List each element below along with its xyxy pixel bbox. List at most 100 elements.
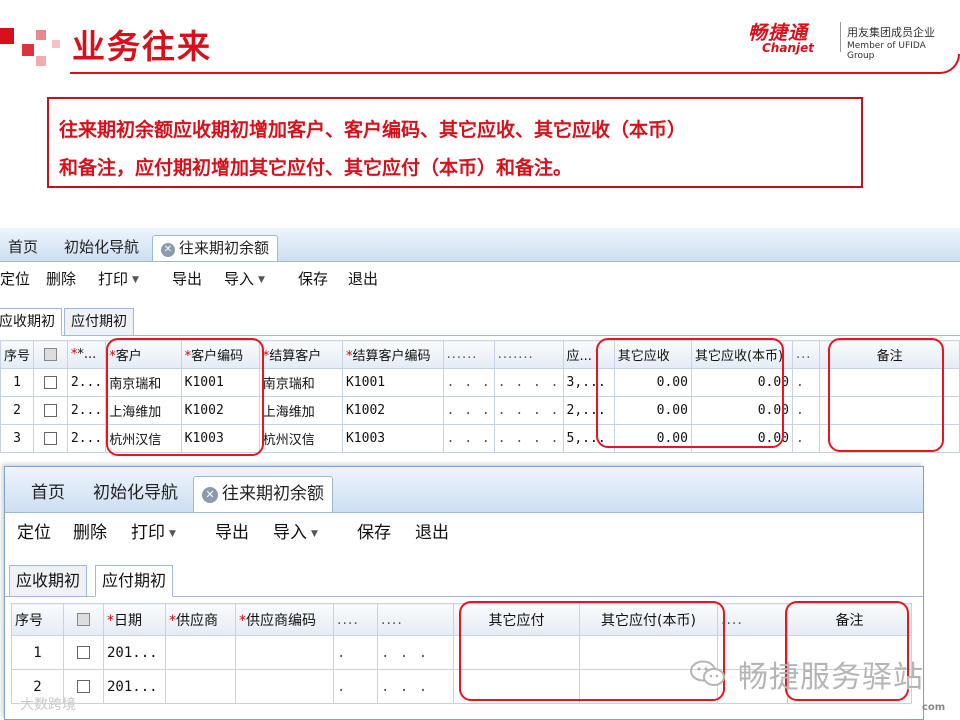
- tab-opening-balance-label: 往来期初余额: [222, 484, 324, 504]
- cell-customer-code[interactable]: K1001: [180, 368, 260, 397]
- table-row[interactable]: 2 2... 上海维加 K1002 上海维加 K1002 . . . . . .…: [0, 396, 960, 425]
- cell-settle-code[interactable]: K1002: [341, 396, 444, 425]
- cell-settle-customer[interactable]: 上海维加: [258, 396, 343, 425]
- col-customer-code-label: 客户编码: [191, 349, 244, 364]
- cell-date[interactable]: 201...: [103, 635, 166, 670]
- subtab-receivable[interactable]: 应收期初: [0, 308, 62, 336]
- cell-remark[interactable]: [819, 424, 960, 453]
- table-row[interactable]: 1 2... 南京瑞和 K1001 南京瑞和 K1001 . . . . . .…: [0, 368, 960, 397]
- import-button[interactable]: 导入 ▼: [273, 515, 318, 552]
- delete-button[interactable]: 删除: [73, 515, 107, 551]
- cell-hidden-2: . . . .: [493, 368, 564, 397]
- col-seq: 序号: [11, 603, 64, 636]
- col-settle-code-label: 结算客户编码: [352, 349, 431, 364]
- cell-other-recv-local[interactable]: 0.00: [690, 368, 794, 397]
- cell-remark[interactable]: [819, 396, 960, 425]
- select-all-checkbox[interactable]: [43, 348, 57, 361]
- save-button[interactable]: 保存: [298, 264, 328, 294]
- row-checkbox[interactable]: [43, 432, 57, 445]
- tab-home[interactable]: 首页: [31, 476, 65, 512]
- print-button[interactable]: 打印 ▼: [98, 264, 139, 295]
- print-button[interactable]: 打印 ▼: [131, 515, 176, 552]
- tab-init-nav[interactable]: 初始化导航: [64, 235, 139, 261]
- save-button[interactable]: 保存: [357, 515, 391, 551]
- cell-customer-code[interactable]: K1002: [180, 396, 260, 425]
- subtab-receivable[interactable]: 应收期初: [9, 565, 88, 597]
- subtab-payable[interactable]: 应付期初: [95, 565, 174, 597]
- cell-date[interactable]: 201...: [103, 669, 166, 704]
- cell-select[interactable]: [33, 368, 68, 397]
- cell-settle-code[interactable]: K1001: [341, 368, 444, 397]
- locate-button[interactable]: 定位: [0, 264, 30, 294]
- cell-hidden-1: . . .: [442, 424, 495, 453]
- col-select[interactable]: [63, 603, 104, 636]
- logo-divider: [840, 22, 841, 52]
- select-all-checkbox[interactable]: [77, 613, 90, 626]
- cell-hidden-3: .: [792, 368, 821, 397]
- logo-en: Chanjet: [762, 41, 814, 55]
- cell-date[interactable]: 2...: [66, 396, 107, 425]
- cell-other-recv[interactable]: 0.00: [613, 424, 692, 453]
- col-hidden-2: .......: [493, 340, 564, 369]
- cell-select[interactable]: [33, 424, 68, 453]
- col-settle-code: *结算客户编码: [341, 340, 444, 369]
- tab-init-nav[interactable]: 初始化导航: [93, 476, 178, 512]
- cell-amount[interactable]: 2,...: [562, 396, 615, 425]
- exit-button[interactable]: 退出: [415, 515, 449, 551]
- cell-select[interactable]: [63, 635, 104, 670]
- cell-settle-customer[interactable]: 南京瑞和: [258, 368, 343, 397]
- tab-opening-balance[interactable]: ✕ 往来期初余额: [193, 476, 333, 512]
- row-checkbox[interactable]: [43, 376, 57, 389]
- cell-other-recv-local[interactable]: 0.00: [690, 424, 794, 453]
- chevron-down-icon: ▼: [132, 275, 139, 285]
- row-checkbox[interactable]: [77, 646, 90, 659]
- tab-home[interactable]: 首页: [8, 235, 38, 261]
- cell-customer[interactable]: 上海维加: [105, 396, 182, 425]
- row-checkbox[interactable]: [77, 680, 90, 693]
- export-button[interactable]: 导出: [172, 264, 202, 294]
- col-remark: 备注: [819, 340, 960, 369]
- logo-tagline-en: Member of UFIDA Group: [847, 41, 926, 61]
- cell-other-pay[interactable]: [453, 669, 580, 704]
- close-icon[interactable]: ✕: [202, 487, 218, 503]
- delete-button[interactable]: 删除: [46, 264, 76, 294]
- cell-other-recv[interactable]: 0.00: [613, 368, 692, 397]
- cell-amount[interactable]: 3,...: [562, 368, 615, 397]
- exit-button[interactable]: 退出: [348, 264, 378, 294]
- close-icon[interactable]: ✕: [161, 243, 175, 257]
- cell-hidden-1: . . .: [442, 396, 495, 425]
- cell-amount[interactable]: 5,...: [562, 424, 615, 453]
- cell-customer[interactable]: 杭州汉信: [105, 424, 182, 453]
- tab-opening-balance[interactable]: ✕ 往来期初余额: [152, 235, 279, 261]
- cell-customer-code[interactable]: K1003: [180, 424, 260, 453]
- cell-seq: 1: [11, 635, 64, 670]
- cell-other-recv-local[interactable]: 0.00: [690, 396, 794, 425]
- locate-button[interactable]: 定位: [17, 515, 51, 551]
- cell-other-recv[interactable]: 0.00: [613, 396, 692, 425]
- cell-supplier-code[interactable]: [235, 635, 334, 670]
- col-date-label: *...: [77, 347, 97, 362]
- toolbar: 定位 删除 打印 ▼ 导出 导入 ▼ 保存 退出: [0, 264, 960, 294]
- col-amount: 应...: [562, 340, 615, 369]
- col-customer-label: 客户: [115, 349, 142, 364]
- cell-supplier-code[interactable]: [235, 669, 334, 704]
- cell-date[interactable]: 2...: [66, 368, 107, 397]
- table-row[interactable]: 3 2... 杭州汉信 K1003 杭州汉信 K1003 . . . . . .…: [0, 424, 960, 453]
- cell-date[interactable]: 2...: [66, 424, 107, 453]
- cell-remark[interactable]: [819, 368, 960, 397]
- col-select[interactable]: [33, 340, 68, 369]
- chevron-down-icon: ▼: [311, 529, 318, 539]
- cell-supplier[interactable]: [165, 635, 236, 670]
- grid-header-row: 序号 *日期 *供应商 *供应商编码 .... .... 其它应付 其它应付(本…: [11, 603, 912, 636]
- cell-customer[interactable]: 南京瑞和: [105, 368, 182, 397]
- col-settle-customer-label: 结算客户: [269, 349, 322, 364]
- import-button[interactable]: 导入 ▼: [224, 264, 265, 295]
- row-checkbox[interactable]: [43, 404, 57, 417]
- cell-other-pay[interactable]: [453, 635, 580, 670]
- cell-supplier[interactable]: [165, 669, 236, 704]
- export-button[interactable]: 导出: [215, 515, 249, 551]
- cell-select[interactable]: [33, 396, 68, 425]
- cell-settle-customer[interactable]: 杭州汉信: [258, 424, 343, 453]
- cell-settle-code[interactable]: K1003: [341, 424, 444, 453]
- subtab-payable[interactable]: 应付期初: [64, 308, 134, 336]
